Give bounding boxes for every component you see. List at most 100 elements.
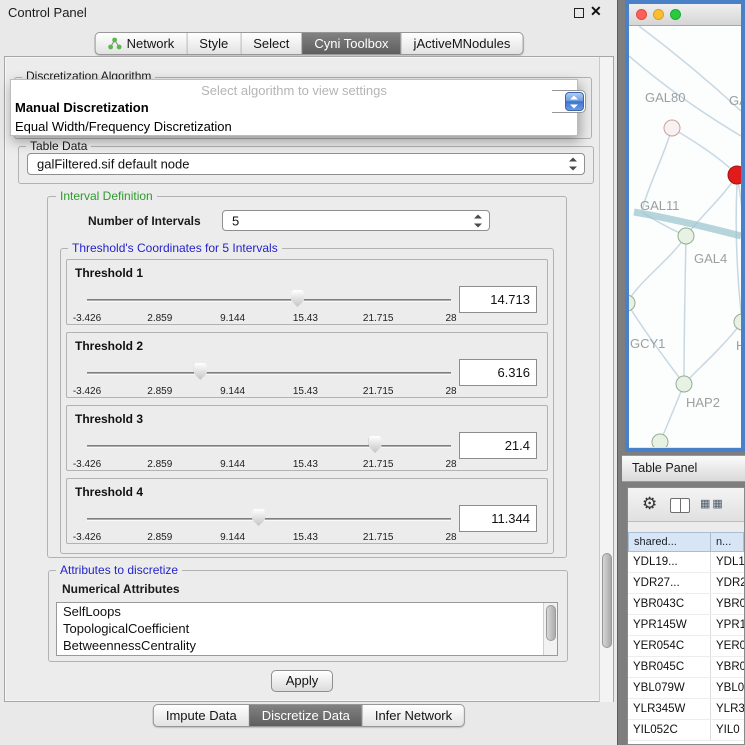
threshold-1-slider[interactable]: -3.426 2.859 9.144 15.43 21.715 28	[87, 288, 451, 326]
window-close-button[interactable]	[636, 9, 647, 20]
column-header-shared-name[interactable]: shared...	[628, 532, 711, 552]
network-node-hap2[interactable]	[676, 376, 692, 392]
table-row[interactable]: YLR345W YLR3	[628, 699, 744, 720]
list-scrollbar-thumb[interactable]	[546, 605, 556, 641]
table-row[interactable]: YBR043C YBR0	[628, 594, 744, 615]
columns-icon[interactable]	[670, 498, 690, 513]
table-cell[interactable]: YDR2	[711, 573, 744, 593]
threshold-1-label: Threshold 1	[75, 266, 143, 280]
scale-tick-label: -3.426	[73, 532, 101, 543]
table-header-row: shared... n...	[628, 532, 744, 552]
network-canvas[interactable]: GAL80 GA GAL11 GAL4 GCY1 H HAP2	[629, 26, 741, 447]
table-row[interactable]: YBR045C YBR0	[628, 657, 744, 678]
slider-thumb[interactable]	[252, 509, 265, 526]
gear-icon[interactable]: ⚙	[642, 494, 657, 514]
close-icon[interactable]: ✕	[590, 3, 602, 20]
threshold-2-value-field[interactable]: 6.316	[459, 359, 537, 386]
tab-style[interactable]: Style	[186, 33, 240, 54]
table-cell[interactable]: YIL0	[711, 720, 744, 740]
table-cell[interactable]: YBR0	[711, 594, 744, 614]
list-item-selfloops[interactable]: SelfLoops	[57, 603, 557, 620]
table-data-group-title: Table Data	[26, 139, 91, 153]
table-cell[interactable]: YBL079W	[628, 678, 711, 698]
window-minimize-button[interactable]	[653, 9, 664, 20]
control-panel-tabbar: Network Style Select Cyni Toolbox jActiv…	[95, 32, 524, 55]
table-cell[interactable]: YPR1	[711, 615, 744, 635]
threshold-2-slider[interactable]: -3.426 2.859 9.144 15.43 21.715 28	[87, 361, 451, 399]
table-cell[interactable]: YLR345W	[628, 699, 711, 719]
table-row[interactable]: YIL052C YIL0	[628, 720, 744, 741]
threshold-1-panel: Threshold 1 -3.426 2.859 9.144 15.43 21.…	[66, 259, 548, 325]
dropdown-option-equal-width-frequency[interactable]: Equal Width/Frequency Discretization	[11, 116, 577, 134]
numerical-attributes-list[interactable]: SelfLoops TopologicalCoefficient Between…	[56, 602, 558, 656]
algorithm-combobox-fragment[interactable]	[552, 90, 586, 113]
table-row[interactable]: YDR27... YDR2	[628, 573, 744, 594]
threshold-4-slider[interactable]: -3.426 2.859 9.144 15.43 21.715 28	[87, 507, 451, 545]
slider-thumb[interactable]	[194, 363, 207, 380]
window-zoom-button[interactable]	[670, 9, 681, 20]
network-node[interactable]	[629, 295, 635, 311]
table-cell[interactable]: YIL052C	[628, 720, 711, 740]
tab-infer-network[interactable]: Infer Network	[362, 705, 464, 726]
table-row[interactable]: YDL19... YDL1	[628, 552, 744, 573]
table-cell[interactable]: YER0	[711, 636, 744, 656]
network-icon	[108, 37, 122, 50]
threshold-1-value-field[interactable]: 14.713	[459, 286, 537, 313]
table-data-combobox[interactable]: galFiltered.sif default node	[27, 153, 585, 175]
slider-track[interactable]	[87, 518, 451, 521]
table-cell[interactable]: YLR3	[711, 699, 744, 719]
slider-track[interactable]	[87, 445, 451, 448]
threshold-3-label: Threshold 3	[75, 412, 143, 426]
slider-track[interactable]	[87, 372, 451, 375]
network-node-red-selected[interactable]	[728, 166, 741, 184]
number-of-intervals-spinner[interactable]: 5	[222, 210, 490, 231]
scale-tick-label: 15.43	[293, 386, 318, 397]
tab-impute-data[interactable]: Impute Data	[154, 705, 249, 726]
tab-discretize-data[interactable]: Discretize Data	[249, 705, 362, 726]
dropdown-option-manual-discretization[interactable]: Manual Discretization	[11, 98, 577, 116]
threshold-3-value-field[interactable]: 21.4	[459, 432, 537, 459]
slider-thumb[interactable]	[291, 290, 304, 307]
table-cell[interactable]: YBR045C	[628, 657, 711, 677]
network-node-gal4[interactable]	[678, 228, 694, 244]
list-item-betweennesscentrality[interactable]: BetweennessCentrality	[57, 637, 557, 654]
scale-tick-label: 2.859	[147, 313, 172, 324]
table-cell[interactable]: YPR145W	[628, 615, 711, 635]
slider-thumb[interactable]	[369, 436, 382, 453]
select-columns-icons[interactable]: ▦▦	[700, 497, 725, 510]
tab-network[interactable]: Network	[96, 33, 187, 54]
table-row[interactable]: YBL079W YBL0	[628, 678, 744, 699]
table-cell[interactable]: YDL1	[711, 552, 744, 572]
table-cell[interactable]: YDR27...	[628, 573, 711, 593]
table-cell[interactable]: YDL19...	[628, 552, 711, 572]
tab-cyni-toolbox[interactable]: Cyni Toolbox	[301, 33, 400, 54]
list-item-topologicalcoefficient[interactable]: TopologicalCoefficient	[57, 620, 557, 637]
network-window-titlebar[interactable]	[629, 4, 741, 26]
threshold-4-value-field[interactable]: 11.344	[459, 505, 537, 532]
table-cell[interactable]: YBR0	[711, 657, 744, 677]
column-header-name[interactable]: n...	[711, 532, 744, 552]
table-cell[interactable]: YBL0	[711, 678, 744, 698]
tab-select[interactable]: Select	[240, 33, 301, 54]
float-window-icon[interactable]	[574, 8, 584, 18]
table-row[interactable]: YER054C YER0	[628, 636, 744, 657]
panel-scrollbar[interactable]	[599, 57, 613, 702]
threshold-3-slider[interactable]: -3.426 2.859 9.144 15.43 21.715 28	[87, 434, 451, 472]
network-node[interactable]	[734, 314, 741, 330]
tab-jactivemnodules[interactable]: jActiveMNodules	[401, 33, 523, 54]
table-cell[interactable]: YBR043C	[628, 594, 711, 614]
slider-track[interactable]	[87, 299, 451, 302]
scale-tick-label: -3.426	[73, 386, 101, 397]
table-row[interactable]: YPR145W YPR1	[628, 615, 744, 636]
table-cell[interactable]: YER054C	[628, 636, 711, 656]
network-view-window[interactable]: GAL80 GA GAL11 GAL4 GCY1 H HAP2	[625, 0, 745, 452]
apply-button[interactable]: Apply	[271, 670, 333, 692]
scale-tick-label: 21.715	[363, 532, 394, 543]
network-node[interactable]	[652, 434, 668, 447]
scale-tick-label: 15.43	[293, 313, 318, 324]
network-node-gal80[interactable]	[664, 120, 680, 136]
list-scrollbar[interactable]	[543, 603, 557, 655]
algorithm-placeholder: Select algorithm to view settings	[11, 80, 577, 98]
combobox-arrow-button[interactable]	[565, 92, 584, 111]
panel-scrollbar-thumb[interactable]	[602, 553, 612, 648]
